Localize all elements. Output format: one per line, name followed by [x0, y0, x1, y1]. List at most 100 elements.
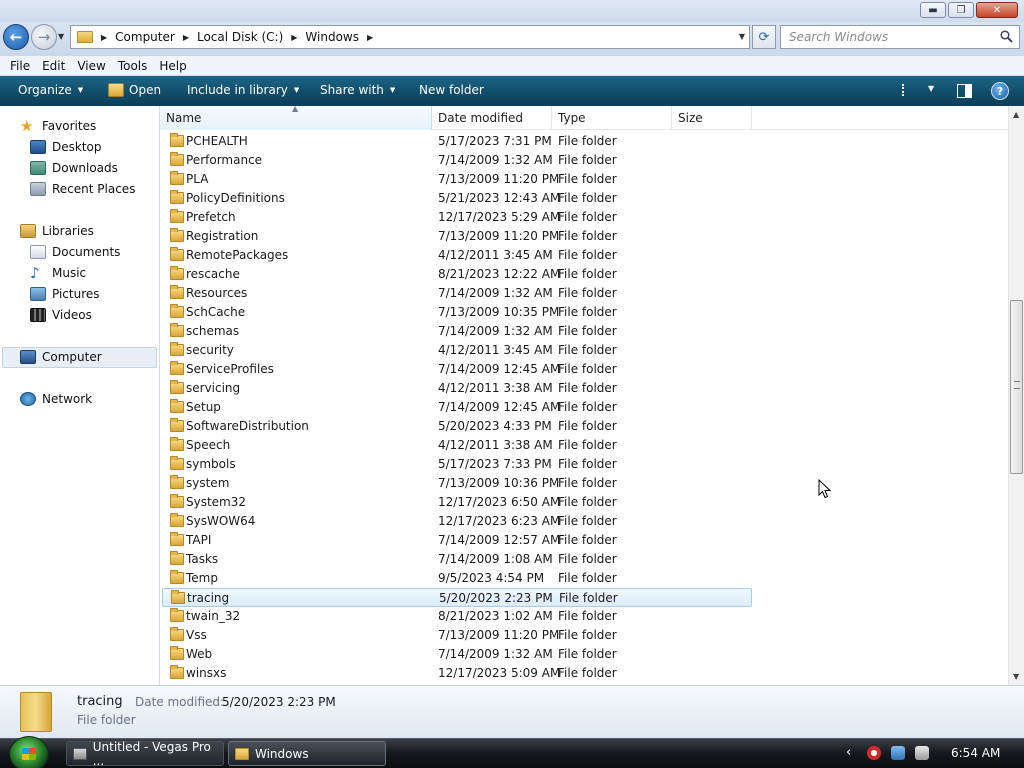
- file-name: symbols: [186, 457, 236, 471]
- file-row[interactable]: Web 7/14/2009 1:32 AM File folder: [162, 645, 752, 664]
- nav-item-music[interactable]: ♪ Music: [30, 263, 86, 283]
- vertical-scrollbar[interactable]: ▲ ▼: [1008, 106, 1024, 685]
- nav-item-recent-places[interactable]: Recent Places: [30, 179, 135, 199]
- back-button[interactable]: ←: [3, 24, 29, 50]
- menu-file[interactable]: File: [4, 59, 36, 73]
- file-row[interactable]: schemas 7/14/2009 1:32 AM File folder: [162, 322, 752, 341]
- chevron-right-icon[interactable]: ▶: [183, 33, 189, 42]
- file-row[interactable]: Registration 7/13/2009 11:20 PM File folde…: [162, 227, 752, 246]
- address-history-dropdown[interactable]: ▼: [739, 32, 745, 41]
- preview-pane-icon[interactable]: [957, 84, 972, 98]
- breadcrumb-windows[interactable]: Windows: [305, 30, 359, 44]
- start-button[interactable]: [9, 736, 49, 768]
- chevron-right-icon[interactable]: ▶: [367, 33, 373, 42]
- column-header-size[interactable]: Size: [672, 106, 752, 130]
- file-row[interactable]: RemotePackages 4/12/2011 3:45 AM File fold…: [162, 246, 752, 265]
- share-with-button[interactable]: Share with ▼: [320, 83, 395, 97]
- taskbar-item-vegas[interactable]: Untitled - Vegas Pro ...: [66, 740, 224, 768]
- search-icon[interactable]: [1000, 30, 1013, 43]
- include-in-library-button[interactable]: Include in library ▼: [187, 83, 299, 97]
- file-row[interactable]: Tasks 7/14/2009 1:08 AM File folder: [162, 550, 752, 569]
- menu-edit[interactable]: Edit: [36, 59, 71, 73]
- nav-item-videos[interactable]: Videos: [30, 305, 92, 325]
- open-button[interactable]: Open: [108, 83, 161, 97]
- address-bar[interactable]: ▶ Computer ▶ Local Disk (C:) ▶ Windows ▶…: [70, 25, 750, 49]
- file-date: 8/21/2023 1:02 AM: [438, 609, 553, 623]
- column-header-type[interactable]: Type: [552, 106, 672, 130]
- nav-item-desktop[interactable]: Desktop: [30, 137, 102, 157]
- scroll-up-icon[interactable]: ▲: [1013, 110, 1019, 119]
- chevron-down-icon: ▼: [293, 86, 300, 94]
- show-hidden-icons-icon[interactable]: ‹: [846, 745, 851, 760]
- organize-button[interactable]: Organize ▼: [18, 83, 83, 97]
- help-icon[interactable]: ?: [991, 82, 1009, 100]
- menu-tools[interactable]: Tools: [112, 59, 154, 73]
- view-options-dropdown[interactable]: ▼: [928, 84, 934, 93]
- refresh-button[interactable]: ⟳: [752, 25, 776, 49]
- file-row[interactable]: Temp 9/5/2023 4:54 PM File folder: [162, 569, 752, 588]
- file-row[interactable]: symbols 5/17/2023 7:33 PM File folder: [162, 455, 752, 474]
- menu-view[interactable]: View: [71, 59, 111, 73]
- search-input[interactable]: Search Windows: [780, 25, 1020, 49]
- menu-help[interactable]: Help: [153, 59, 192, 73]
- file-row[interactable]: Speech 4/12/2011 3:38 AM File folder: [162, 436, 752, 455]
- file-row[interactable]: rescache 8/21/2023 12:22 AM File folder: [162, 265, 752, 284]
- file-row[interactable]: system 7/13/2009 10:36 PM File folder: [162, 474, 752, 493]
- file-row[interactable]: servicing 4/12/2011 3:38 AM File folder: [162, 379, 752, 398]
- file-row[interactable]: SoftwareDistribution 5/20/2023 4:33 PM Fil…: [162, 417, 752, 436]
- nav-item-computer[interactable]: Computer: [20, 347, 102, 367]
- file-row[interactable]: System32 12/17/2023 6:50 AM File folder: [162, 493, 752, 512]
- breadcrumb-local-disk[interactable]: Local Disk (C:): [197, 30, 283, 44]
- volume-muted-icon[interactable]: [915, 746, 929, 760]
- nav-item-pictures[interactable]: Pictures: [30, 284, 100, 304]
- recent-pages-dropdown[interactable]: ▼: [58, 32, 64, 41]
- column-header-date[interactable]: Date modified: [432, 106, 552, 130]
- file-row[interactable]: PCHEALTH 5/17/2023 7:31 PM File folder: [162, 132, 752, 151]
- documents-icon: [30, 245, 46, 259]
- folder-icon: [170, 285, 184, 299]
- file-row[interactable]: winsxs 12/17/2023 5:09 AM File folder: [162, 664, 752, 683]
- scrollbar-thumb[interactable]: [1010, 300, 1023, 474]
- new-folder-button[interactable]: New folder: [419, 83, 484, 97]
- file-name: Resources: [186, 286, 248, 300]
- network-status-icon[interactable]: [891, 746, 905, 760]
- close-button[interactable]: ✕: [976, 2, 1018, 18]
- change-view-icon[interactable]: [902, 84, 916, 96]
- file-row[interactable]: Performance 7/14/2009 1:32 AM File folder: [162, 151, 752, 170]
- folder-icon: [235, 747, 249, 760]
- file-row[interactable]: SysWOW64 12/17/2023 6:23 AM File folder: [162, 512, 752, 531]
- chevron-right-icon[interactable]: ▶: [101, 33, 107, 42]
- breadcrumb-computer[interactable]: Computer: [115, 30, 175, 44]
- column-header-name[interactable]: Name ▲: [160, 104, 432, 130]
- file-row[interactable]: twain_32 8/21/2023 1:02 AM File folder: [162, 607, 752, 626]
- nav-item-downloads[interactable]: Downloads: [30, 158, 118, 178]
- action-center-icon[interactable]: [867, 746, 881, 760]
- nav-item-network[interactable]: Network: [20, 389, 92, 409]
- nav-item-favorites[interactable]: ★ Favorites: [20, 116, 96, 136]
- file-date: 4/12/2011 3:38 AM: [438, 438, 553, 452]
- file-row[interactable]: Resources 7/14/2009 1:32 AM File folder: [162, 284, 752, 303]
- file-date: 12/17/2023 5:09 AM: [438, 666, 561, 680]
- file-row[interactable]: TAPI 7/14/2009 12:57 AM File folder: [162, 531, 752, 550]
- minimize-button[interactable]: ▬: [920, 2, 946, 18]
- maximize-button[interactable]: ❐: [948, 2, 974, 18]
- forward-button[interactable]: →: [31, 24, 57, 50]
- file-name: Vss: [186, 628, 207, 642]
- scroll-down-icon[interactable]: ▼: [1013, 672, 1019, 681]
- file-row[interactable]: PolicyDefinitions 5/21/2023 12:43 AM File …: [162, 189, 752, 208]
- taskbar-item-windows[interactable]: Windows: [228, 741, 386, 766]
- file-row[interactable]: security 4/12/2011 3:45 AM File folder: [162, 341, 752, 360]
- nav-item-libraries[interactable]: Libraries: [20, 221, 94, 241]
- file-name: Temp: [186, 571, 218, 585]
- file-row[interactable]: ServiceProfiles 7/14/2009 12:45 AM File fo…: [162, 360, 752, 379]
- file-type: File folder: [558, 267, 617, 281]
- chevron-right-icon[interactable]: ▶: [291, 33, 297, 42]
- file-row[interactable]: Setup 7/14/2009 12:45 AM File folder: [162, 398, 752, 417]
- file-row[interactable]: tracing 5/20/2023 2:23 PM File folder: [162, 588, 752, 607]
- file-row[interactable]: Prefetch 12/17/2023 5:29 AM File folder: [162, 208, 752, 227]
- file-row[interactable]: SchCache 7/13/2009 10:35 PM File folder: [162, 303, 752, 322]
- file-row[interactable]: PLA 7/13/2009 11:20 PM File folder: [162, 170, 752, 189]
- nav-item-documents[interactable]: Documents: [30, 242, 120, 262]
- file-row[interactable]: Vss 7/13/2009 11:20 PM File folder: [162, 626, 752, 645]
- clock[interactable]: 6:54 AM: [951, 746, 1000, 760]
